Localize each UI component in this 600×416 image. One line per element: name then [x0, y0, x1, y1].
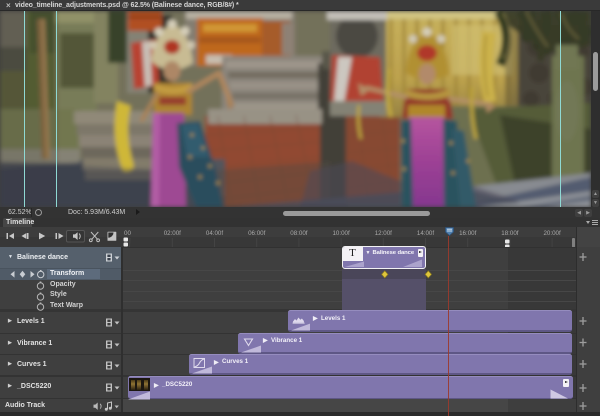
svg-text:20:00f: 20:00f	[543, 230, 560, 237]
svg-text:00: 00	[124, 230, 131, 237]
svg-text:18:00f: 18:00f	[501, 230, 518, 237]
svg-text:16:00f: 16:00f	[459, 230, 476, 237]
svg-text:04:00f: 04:00f	[206, 230, 223, 237]
svg-text:08:00f: 08:00f	[290, 230, 307, 237]
svg-text:14:00f: 14:00f	[417, 230, 434, 237]
svg-text:06:00f: 06:00f	[248, 230, 265, 237]
svg-text:12:00f: 12:00f	[375, 230, 392, 237]
svg-text:02:00f: 02:00f	[164, 230, 181, 237]
svg-text:10:00f: 10:00f	[332, 230, 349, 237]
